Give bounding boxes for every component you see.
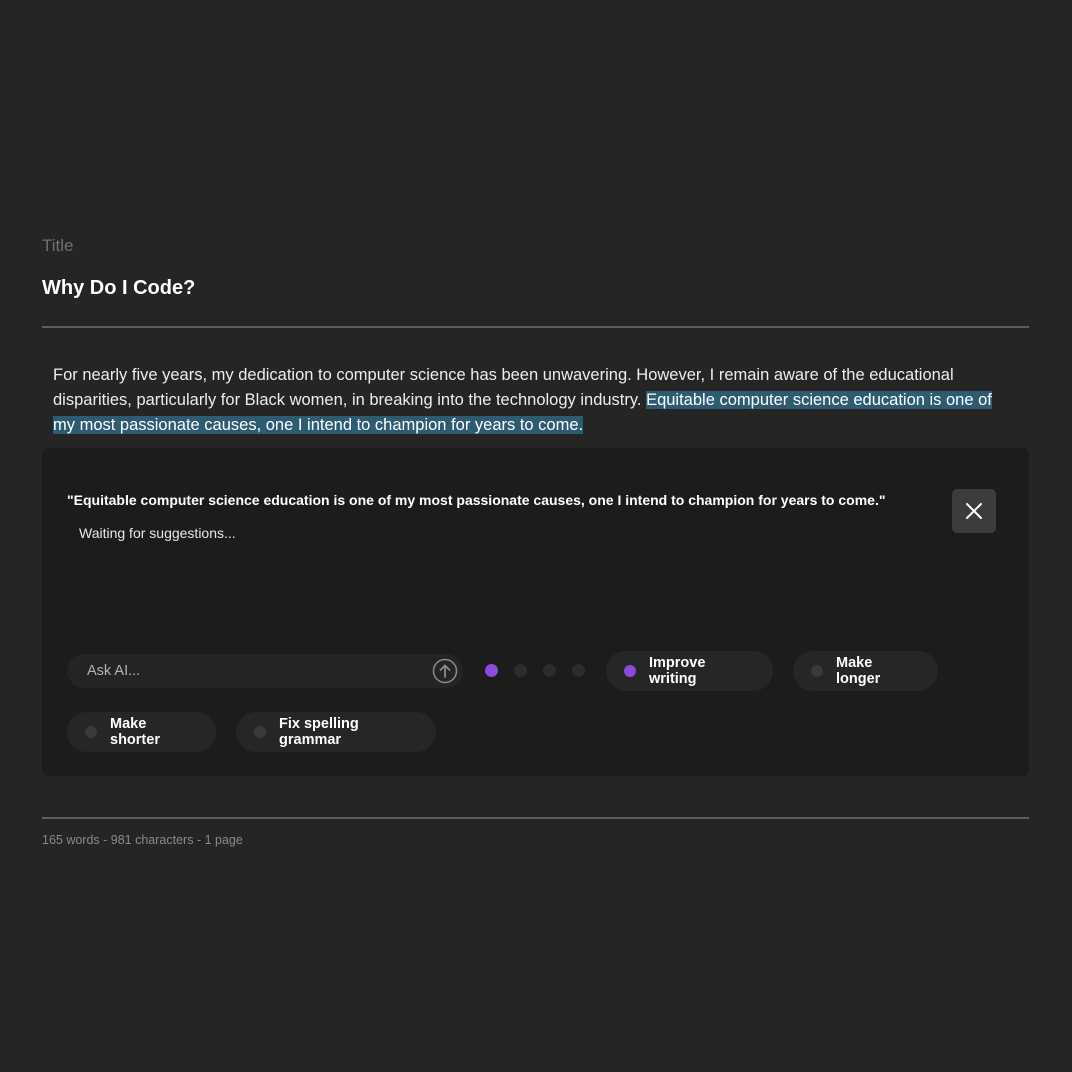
ask-ai-input[interactable]: [87, 654, 417, 688]
title-divider: [42, 326, 1029, 328]
pager-dot[interactable]: [485, 664, 498, 677]
pager-dot[interactable]: [514, 664, 527, 677]
pager-dot[interactable]: [572, 664, 585, 677]
make-longer-button[interactable]: Make longer: [793, 651, 938, 691]
chip-label: Make longer: [836, 655, 881, 687]
make-shorter-button[interactable]: Make shorter: [67, 712, 216, 752]
editor-page: Title Why Do I Code? For nearly five yea…: [0, 0, 1072, 1072]
ask-ai-box: [67, 654, 463, 688]
send-button[interactable]: [432, 658, 458, 684]
option-indicator: [254, 726, 266, 738]
title-field-label: Title: [42, 236, 74, 255]
chip-label: Make shorter: [110, 716, 160, 748]
chip-label: Improve writing: [649, 655, 706, 687]
footer-divider: [42, 817, 1029, 819]
arrow-up-circle-icon: [432, 658, 458, 684]
pager-dot[interactable]: [543, 664, 556, 677]
ai-assistant-panel: "Equitable computer science education is…: [42, 448, 1029, 776]
fix-spelling-grammar-button[interactable]: Fix spelling grammar: [236, 712, 436, 752]
option-indicator: [85, 726, 97, 738]
document-stats: 165 words - 981 characters - 1 page: [42, 833, 243, 847]
close-icon: [966, 503, 982, 519]
close-button[interactable]: [952, 489, 996, 533]
chip-label: Fix spelling grammar: [279, 716, 359, 748]
document-body[interactable]: For nearly five years, my dedication to …: [53, 363, 1018, 438]
improve-writing-button[interactable]: Improve writing: [606, 651, 773, 691]
option-indicator: [624, 665, 636, 677]
suggestion-status: Waiting for suggestions...: [79, 525, 236, 541]
option-indicator: [811, 665, 823, 677]
selected-quote: "Equitable computer science education is…: [67, 492, 886, 508]
document-title[interactable]: Why Do I Code?: [42, 277, 195, 300]
